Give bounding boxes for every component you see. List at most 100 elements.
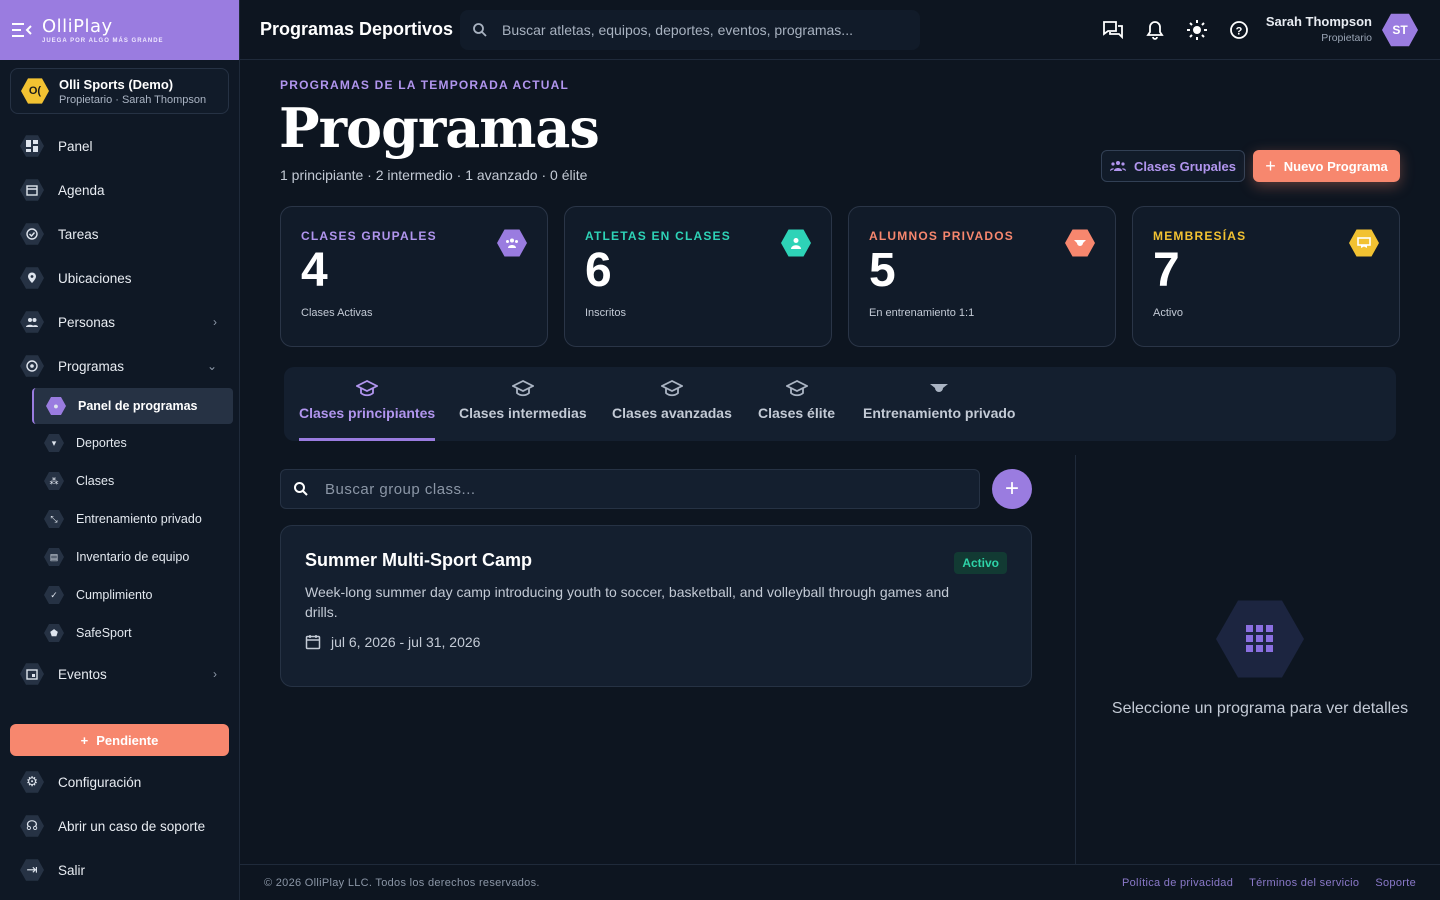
chevron-down-icon: ⌄ [206,359,217,373]
new-program-label: Nuevo Programa [1283,158,1388,174]
add-class-button[interactable]: + [992,469,1032,509]
search-icon [294,482,308,496]
sidebar-item-eventos[interactable]: Eventos › [0,652,239,696]
graduation-cap-icon [785,377,808,399]
terms-link[interactable]: Términos del servicio [1249,877,1359,889]
sidebar-subitem-label: Deportes [76,436,127,450]
sidebar-subitem-deportes[interactable]: ▾ Deportes [0,424,239,462]
shield-check-icon: ✓ [44,586,64,604]
copyright: © 2026 OlliPlay LLC. Todos los derechos … [264,876,540,889]
stat-label: MEMBRESÍAS [1153,229,1247,243]
org-switcher[interactable]: O( Olli Sports (Demo) Propietario · Sara… [10,68,229,114]
empty-detail-message: Seleccione un programa para ver detalles [1111,700,1409,717]
global-search-input[interactable] [502,21,902,38]
chevron-right-icon: › [213,667,217,681]
sidebar-subitem-safesport[interactable]: ⬟ SafeSport [0,614,239,652]
date-range: jul 6, 2026 - jul 31, 2026 [331,634,481,650]
sidebar-item-label: Personas [58,314,116,330]
user-menu[interactable]: Sarah Thompson Propietario [1266,14,1372,44]
stat-subtitle: Inscritos [585,307,626,319]
sidebar-subitem-clases[interactable]: ⁂ Clases [0,462,239,500]
avatar[interactable]: ST [1382,13,1418,47]
org-logo: O( [21,78,49,104]
sidebar-subitem-label: Clases [76,474,115,488]
graduation-cap-icon [356,377,379,399]
sidebar-subitem-cumplimiento[interactable]: ✓ Cumplimiento [0,576,239,614]
group-icon [1110,161,1127,171]
status-badge: Activo [954,552,1007,574]
collapse-menu-icon[interactable] [12,22,32,38]
sidebar-item-personas[interactable]: Personas › [0,300,239,344]
class-search-input[interactable] [325,480,925,498]
sidebar-item-salir[interactable]: ⇥ Salir [0,848,239,892]
sun-icon[interactable] [1186,19,1208,41]
stat-label: CLASES GRUPALES [301,229,437,243]
topbar-actions: ? [1102,19,1250,41]
plus-icon: + [80,732,89,748]
page-heading: Programas [279,96,600,160]
shield-icon: ⬟ [44,624,64,642]
stat-label: ATLETAS EN CLASES [585,229,731,243]
calendar-icon [20,179,44,201]
whistle-icon: ▾ [44,434,64,452]
class-search[interactable] [280,469,980,509]
sidebar-item-agenda[interactable]: Agenda [0,168,239,212]
tab-clases-intermedias[interactable]: Clases intermedias [459,377,587,441]
stat-subtitle: Clases Activas [301,307,373,319]
tab-clases-principiantes[interactable]: Clases principiantes [299,377,436,441]
chevron-right-icon: › [213,315,217,329]
stat-label: ALUMNOS PRIVADOS [869,229,1014,243]
user-role: Propietario [1321,32,1372,44]
stat-value: 4 [301,244,328,297]
program-title: Summer Multi-Sport Camp [305,550,533,570]
tab-clases-avanzadas[interactable]: Clases avanzadas [612,377,732,441]
stat-card-athletes: ATLETAS EN CLASES 6 Inscritos [564,206,832,347]
stat-value: 7 [1153,244,1180,297]
sidebar-subitem-inventario-de-equipo[interactable]: ▤ Inventario de equipo [0,538,239,576]
stat-value: 6 [585,244,612,297]
topbar: Programas Deportivos ? Sarah Thompson Pr… [240,0,1440,60]
support-link[interactable]: Soporte [1375,877,1416,889]
sidebar-item-soporte[interactable]: ☊ Abrir un caso de soporte [0,804,239,848]
sidebar-item-tareas[interactable]: Tareas [0,212,239,256]
stat-subtitle: En entrenamiento 1:1 [869,307,975,319]
org-name: Olli Sports (Demo) [59,76,174,92]
brand-logo[interactable]: OlliPlay [42,16,164,37]
bell-icon[interactable] [1144,19,1166,41]
tab-clases-elite[interactable]: Clases élite [758,377,835,441]
sidebar-item-programas[interactable]: Programas ⌄ [0,344,239,388]
sidebar-item-configuracion[interactable]: ⚙ Configuración [0,760,239,804]
new-program-button[interactable]: + Nuevo Programa [1253,150,1400,182]
dashboard-icon [20,135,44,157]
page-eyebrow: PROGRAMAS DE LA TEMPORADA ACTUAL [280,78,570,92]
sidebar: OlliPlay JUEGA POR ALGO MÁS GRANDE O( Ol… [0,0,240,900]
event-calendar-icon [20,663,44,685]
tab-label: Clases élite [758,405,836,421]
sidebar-subitem-label: Cumplimiento [76,588,153,602]
soccer-ball-icon [20,355,44,377]
tab-label: Clases intermedias [459,405,587,421]
sidebar-nav: Panel Agenda Tareas Ubicaciones Personas… [0,124,239,696]
group-classes-button[interactable]: Clases Grupales [1101,150,1245,182]
stat-value: 5 [869,244,896,297]
org-subtitle: Propietario · Sarah Thompson [59,93,207,106]
sidebar-subitem-panel-de-programas[interactable]: ● Panel de programas [32,388,233,424]
program-card[interactable]: Summer Multi-Sport Camp Activo Week-long… [280,525,1032,687]
sidebar-item-label: Programas [58,358,125,374]
chat-icon[interactable] [1102,19,1124,41]
sidebar-item-label: Agenda [58,182,105,198]
sidebar-item-panel[interactable]: Panel [0,124,239,168]
brand-tagline: JUEGA POR ALGO MÁS GRANDE [42,38,164,44]
sidebar-item-label: Panel [58,138,93,154]
privacy-link[interactable]: Política de privacidad [1122,877,1233,889]
sidebar-subitem-entrenamiento-privado[interactable]: ⤡ Entrenamiento privado [0,500,239,538]
sidebar-bottom-nav: ⚙ Configuración ☊ Abrir un caso de sopor… [0,760,239,892]
tab-label: Clases avanzadas [612,405,732,421]
sidebar-item-ubicaciones[interactable]: Ubicaciones [0,256,239,300]
tab-entrenamiento-privado[interactable]: Entrenamiento privado [863,377,1015,441]
panel-divider [1075,455,1076,864]
global-search[interactable] [460,9,920,50]
pending-button[interactable]: + Pendiente [10,724,229,756]
graduation-cap-icon [660,377,683,399]
help-icon[interactable]: ? [1228,19,1250,41]
